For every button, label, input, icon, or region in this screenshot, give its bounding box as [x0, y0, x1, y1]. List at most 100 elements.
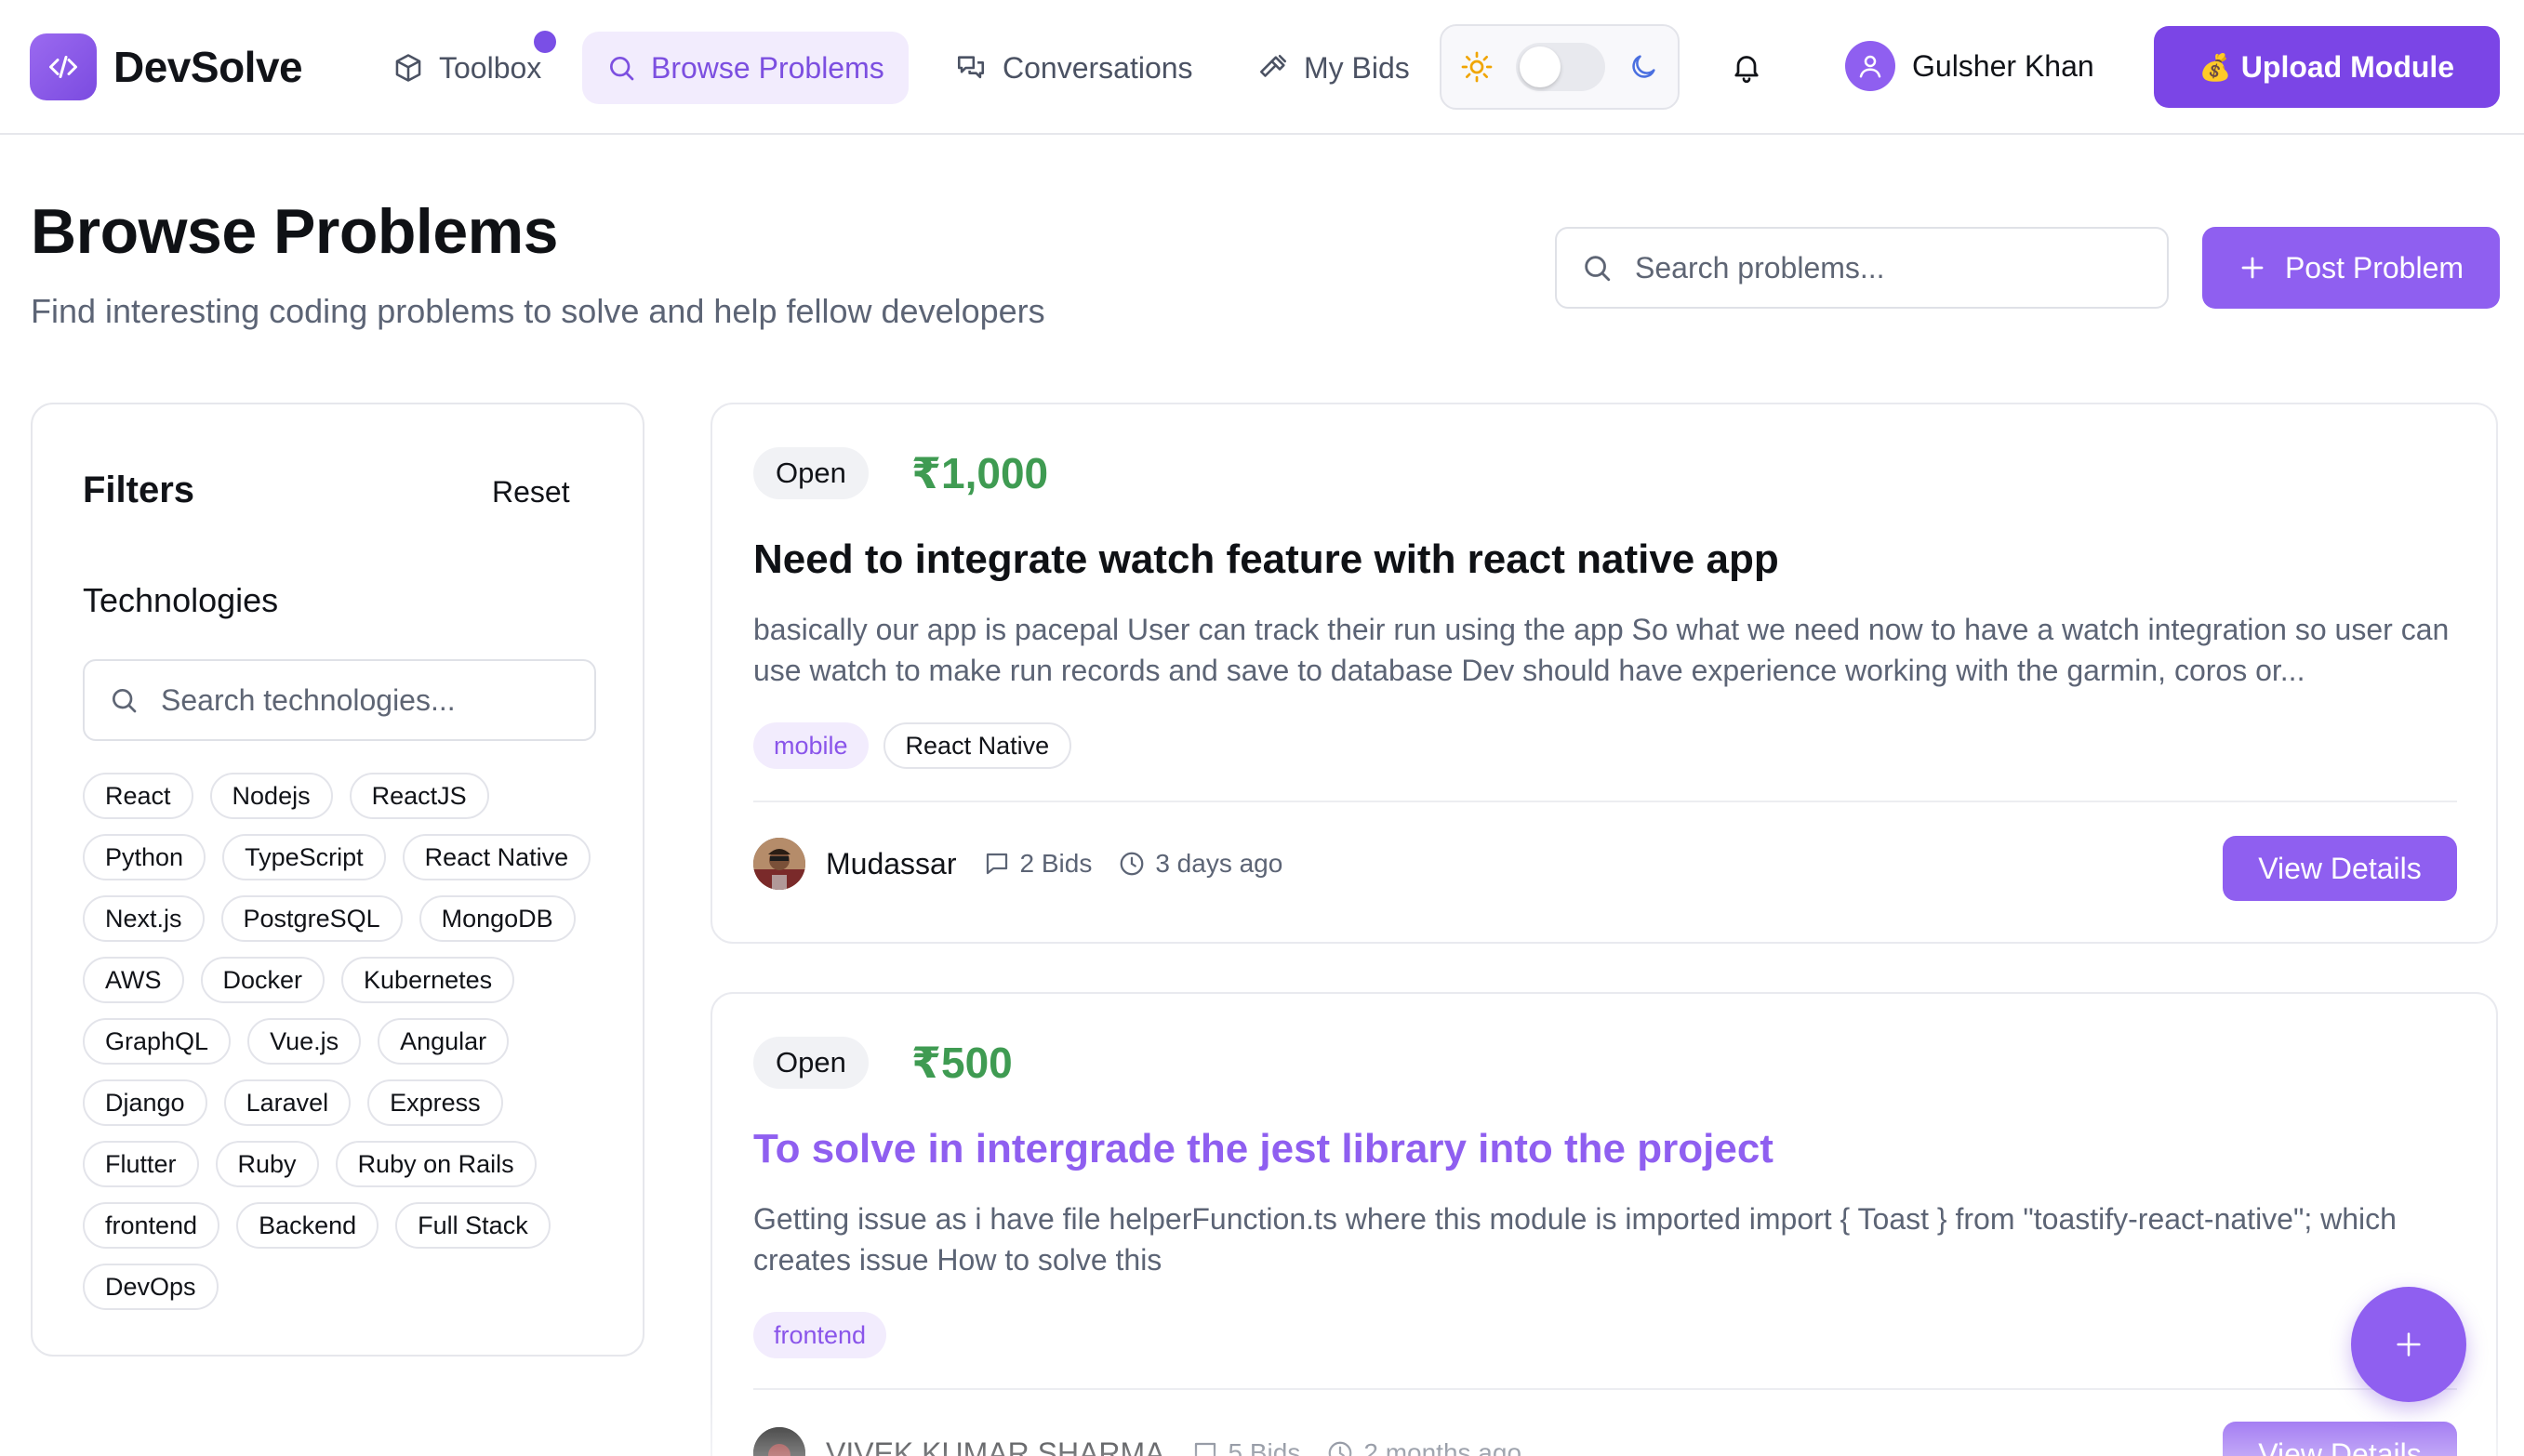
author-name[interactable]: Mudassar [826, 847, 957, 881]
bids-label: 2 Bids [1019, 849, 1093, 878]
theme-toggle-knob [1520, 46, 1561, 87]
clock-icon [1118, 850, 1146, 878]
hammer-icon [1257, 52, 1289, 84]
view-details-button[interactable]: View Details [2223, 1422, 2457, 1456]
tech-tag[interactable]: Full Stack [395, 1202, 551, 1249]
status-badge: Open [753, 447, 869, 499]
tech-tag[interactable]: MongoDB [418, 895, 576, 942]
upload-module-label: Upload Module [2240, 49, 2455, 84]
tech-tag[interactable]: Kubernetes [341, 957, 515, 1003]
bids-count: 2 Bids [983, 849, 1093, 879]
author-name[interactable]: VIVEK KUMAR SHARMA [826, 1436, 1165, 1456]
nav-toolbox-label: Toolbox [439, 50, 542, 85]
problem-title[interactable]: To solve in intergrade the jest library … [753, 1126, 1773, 1172]
tech-tag[interactable]: Nodejs [209, 773, 333, 819]
reset-filters-button[interactable]: Reset [492, 475, 570, 510]
user-name: Gulsher Khan [1912, 48, 2094, 83]
tech-tag[interactable]: Docker [200, 957, 325, 1003]
upload-module-button[interactable]: 💰 Upload Module [2154, 26, 2500, 108]
page-subtitle: Find interesting coding problems to solv… [31, 292, 1045, 330]
view-details-button[interactable]: View Details [2223, 836, 2457, 901]
tech-tag[interactable]: DevOps [83, 1264, 219, 1310]
technologies-title: Technologies [83, 581, 279, 619]
posted-time: 2 months ago [1326, 1438, 1521, 1456]
tech-tag[interactable]: frontend [83, 1202, 220, 1249]
notification-dot [534, 31, 556, 53]
tech-tag[interactable]: GraphQL [83, 1018, 232, 1065]
tech-tag[interactable]: Angular [378, 1018, 510, 1065]
nav-browse-problems[interactable]: Browse Problems [582, 32, 909, 104]
tech-tag[interactable]: Backend [236, 1202, 379, 1249]
tech-tag[interactable]: Python [83, 834, 206, 880]
user-menu[interactable]: Gulsher Khan [1845, 41, 2094, 91]
plus-icon [2393, 1329, 2424, 1360]
top-navbar: DevSolve Toolbox Browse Problems Convers… [0, 0, 2524, 135]
user-avatar [1845, 41, 1895, 91]
bids-label: 5 Bids [1228, 1438, 1301, 1456]
problem-meta: Mudassar 2 Bids 3 days ago [753, 838, 1282, 890]
technology-search [83, 659, 596, 741]
filters-panel: Filters Reset Technologies React Nodejs … [31, 403, 644, 1357]
problem-title[interactable]: Need to integrate watch feature with rea… [753, 536, 1779, 583]
page-title: Browse Problems [31, 196, 558, 267]
problem-tag[interactable]: mobile [753, 722, 869, 769]
chat-icon [954, 52, 988, 84]
problem-tag[interactable]: React Native [883, 722, 1072, 769]
problem-description: Getting issue as i have file helperFunct… [753, 1202, 2397, 1277]
problem-card: Open ₹1,000 Need to integrate watch feat… [711, 403, 2498, 944]
search-icon [1581, 252, 1613, 284]
clock-icon [1326, 1439, 1354, 1456]
tech-tag[interactable]: React Native [402, 834, 591, 880]
tech-tag[interactable]: Express [367, 1079, 503, 1126]
tech-tag[interactable]: PostgreSQL [220, 895, 403, 942]
technology-tags: React Nodejs ReactJS Python TypeScript R… [83, 773, 604, 1310]
avatar[interactable] [753, 1427, 805, 1456]
post-problem-button[interactable]: Post Problem [2202, 227, 2500, 309]
tech-tag[interactable]: AWS [83, 957, 184, 1003]
nav-conversations[interactable]: Conversations [930, 32, 1217, 104]
problem-meta: VIVEK KUMAR SHARMA 5 Bids 2 months ago [753, 1427, 1521, 1456]
tech-tag[interactable]: TypeScript [222, 834, 386, 880]
problem-price: ₹1,000 [911, 449, 1049, 497]
tech-tag[interactable]: Ruby [215, 1141, 319, 1187]
floating-add-button[interactable] [2351, 1287, 2466, 1402]
tech-tag[interactable]: Next.js [83, 895, 205, 942]
theme-toggle[interactable] [1516, 43, 1605, 91]
problem-price: ₹500 [911, 1039, 1013, 1087]
tech-tag[interactable]: ReactJS [349, 773, 489, 819]
problem-description: basically our app is pacepal User can tr… [753, 613, 2450, 687]
tech-tag[interactable]: Vue.js [247, 1018, 362, 1065]
comment-icon [983, 850, 1011, 878]
app-logo[interactable]: DevSolve [30, 33, 303, 100]
tech-tag[interactable]: Flutter [83, 1141, 199, 1187]
technology-search-input[interactable] [161, 682, 570, 718]
theme-switcher [1440, 24, 1680, 110]
bell-icon[interactable] [1730, 50, 1763, 84]
box-icon [392, 52, 424, 84]
status-badge: Open [753, 1037, 869, 1089]
comment-icon [1191, 1439, 1219, 1456]
tech-tag[interactable]: Laravel [223, 1079, 352, 1126]
card-divider [753, 801, 2457, 802]
problem-search [1555, 227, 2169, 309]
tech-tag[interactable]: Django [83, 1079, 207, 1126]
nav-my-bids[interactable]: My Bids [1233, 32, 1434, 104]
tech-tag[interactable]: React [83, 773, 193, 819]
plus-icon [2238, 254, 2266, 282]
problem-search-input[interactable] [1635, 250, 2143, 285]
problem-tag[interactable]: frontend [753, 1312, 887, 1358]
time-label: 3 days ago [1155, 849, 1283, 878]
app-name: DevSolve [113, 43, 303, 91]
search-icon [606, 53, 636, 83]
problem-card: Open ₹500 To solve in intergrade the jes… [711, 992, 2498, 1456]
post-problem-label: Post Problem [2284, 250, 2464, 285]
avatar[interactable] [753, 838, 805, 890]
card-divider [753, 1388, 2457, 1390]
tech-tag[interactable]: Ruby on Rails [335, 1141, 537, 1187]
sun-icon[interactable] [1460, 50, 1494, 84]
problem-tags: mobile React Native [753, 722, 1072, 769]
nav-my-bids-label: My Bids [1304, 50, 1410, 85]
search-icon [109, 685, 139, 715]
code-icon [30, 33, 97, 100]
moon-icon[interactable] [1627, 51, 1659, 83]
